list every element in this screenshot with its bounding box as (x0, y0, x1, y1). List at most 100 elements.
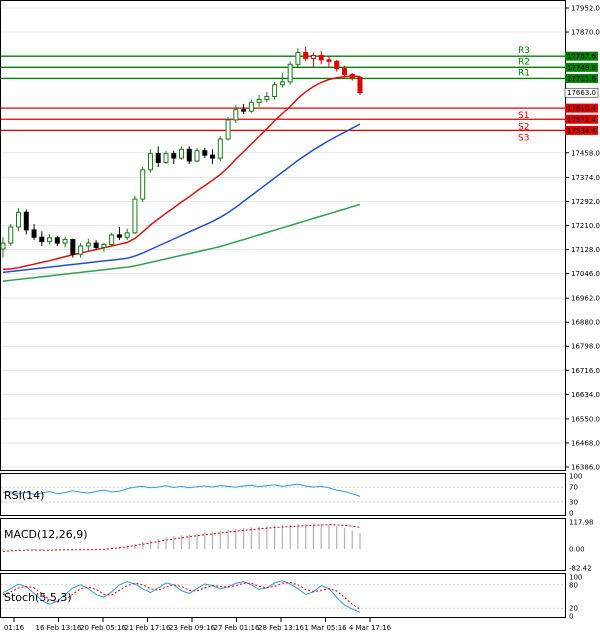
price-tick-label: 17292.0 (571, 198, 600, 206)
level-tag-value: 17572.4 (567, 116, 596, 124)
macd-tick-label: 117.98 (569, 519, 594, 527)
price-tick-label: 16880.0 (571, 319, 600, 327)
price-tick-label: 17046.0 (571, 270, 600, 278)
price-tick-label: 16716.0 (571, 367, 600, 375)
macd-tick-label: 0.00 (569, 546, 585, 554)
candle-body (310, 54, 316, 59)
price-tick-label: 17374.0 (571, 174, 600, 182)
candle-body (132, 198, 138, 234)
stoch-title: Stoch(5,5,3) (4, 591, 72, 604)
candle-body (163, 153, 169, 163)
rsi-title: RSI(14) (4, 489, 44, 502)
price-tick-label: 16962.0 (571, 295, 600, 303)
candle-body (279, 81, 285, 86)
time-tick-label: 21 Feb 17:16 (125, 624, 171, 632)
candle-body (241, 109, 247, 112)
price-tick-label: 17458.0 (571, 149, 600, 157)
time-tick-label: 28 Feb 13:16 (258, 624, 304, 632)
candle-body (256, 98, 262, 103)
level-name-r1: R1 (518, 68, 530, 78)
candle-body (39, 236, 45, 243)
time-tick-label: 1 Mar 05:16 (304, 624, 347, 632)
level-tag-value: 17749.6 (567, 64, 596, 72)
price-tick-label: 16468.0 (571, 439, 600, 447)
candle-body (8, 226, 14, 244)
candle-body (194, 150, 200, 162)
time-tick-label: 23 Feb 09:16 (169, 624, 215, 632)
candle-body (171, 153, 177, 159)
macd-pane-frame (0, 518, 566, 571)
candle-body (62, 239, 68, 244)
rsi-pane-frame (0, 473, 566, 516)
candle-body (116, 234, 122, 238)
level-name-s3: S3 (518, 133, 529, 143)
candle-body (155, 153, 161, 163)
candle-body (101, 244, 107, 248)
rsi-tick-label: 70 (569, 484, 578, 492)
candle-body (326, 59, 332, 62)
price-tick-label: 17952.0 (571, 5, 600, 13)
rsi-tick-label: 0 (569, 510, 573, 518)
price-tick-label: 16386.0 (571, 464, 600, 472)
candle-body (334, 60, 340, 70)
level-tag-value: 17534.4 (567, 127, 596, 135)
price-tick-label: 17128.0 (571, 246, 600, 254)
trading-chart[interactable]: R3R2R1S1S2S3 17952.017870.017458.017374.… (0, 0, 600, 635)
candle-body (357, 76, 363, 94)
candle-body (93, 242, 99, 248)
candle-body (0, 242, 6, 250)
rsi-tick-label: 30 (569, 498, 578, 506)
stoch-pane-frame (0, 573, 566, 618)
level-tag-value: 17787.6 (567, 53, 596, 61)
candle-body (217, 138, 223, 159)
time-tick-label: 16 Feb 13:16 (36, 624, 82, 632)
time-tick-label: 27 Feb 01:16 (214, 624, 260, 632)
candle-body (202, 150, 208, 156)
price-tick-label: 16550.0 (571, 415, 600, 423)
candle-body (349, 74, 355, 78)
candle-body (109, 234, 115, 246)
candle-body (295, 52, 301, 65)
candle-body (47, 237, 53, 243)
time-tick-label: 01:16 (4, 624, 25, 632)
macd-tick-label: -82.42 (569, 565, 592, 573)
stoch-tick-label: 0 (569, 613, 573, 621)
candle-body (140, 169, 146, 200)
price-tick-label: 16634.0 (571, 391, 600, 399)
candle-body (186, 148, 192, 162)
candle-body (233, 109, 239, 121)
candle-body (318, 54, 324, 61)
price-tick-label: 17870.0 (571, 29, 600, 37)
current-price-value: 17663.0 (567, 89, 596, 97)
candle-body (23, 211, 29, 231)
candle-body (85, 242, 91, 247)
candle-body (341, 68, 347, 76)
candle-body (248, 101, 254, 112)
candle-body (54, 237, 60, 244)
candle-body (124, 232, 130, 238)
stoch-tick-label: 20 (569, 605, 578, 613)
candle-body (264, 96, 270, 100)
candle-body (70, 239, 76, 255)
candle-body (303, 52, 309, 59)
candle-body (272, 84, 278, 98)
level-tag-value: 17610.4 (567, 105, 596, 113)
time-tick-label: 4 Mar 17:16 (349, 624, 392, 632)
candle-body (210, 154, 216, 159)
candle-body (147, 153, 153, 171)
stoch-tick-label: 80 (569, 581, 578, 589)
rsi-tick-label: 100 (569, 473, 582, 481)
candle-body (16, 211, 22, 228)
macd-title: MACD(12,26,9) (4, 528, 88, 541)
level-name-r3: R3 (518, 46, 530, 56)
price-tick-label: 17210.0 (571, 222, 600, 230)
price-pane-frame (0, 0, 566, 471)
price-tick-label: 16798.0 (571, 343, 600, 351)
candle-body (225, 119, 231, 140)
level-tag-value: 17711.6 (567, 75, 596, 83)
time-axis: 01:16 16 Feb 13:1620 Feb 05:1621 Feb 17:1… (4, 618, 392, 632)
time-tick-label: 20 Feb 05:16 (80, 624, 126, 632)
candle-body (287, 63, 293, 83)
level-name-r2: R2 (518, 57, 530, 67)
candle-body (78, 245, 84, 255)
